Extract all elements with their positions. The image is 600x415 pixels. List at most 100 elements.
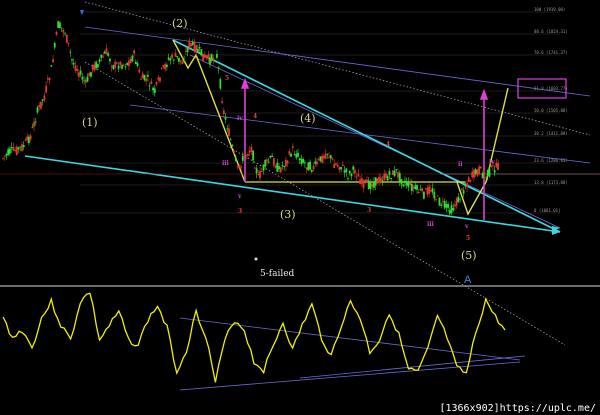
candle-body xyxy=(131,55,134,62)
candle-body xyxy=(352,166,355,170)
candle-body xyxy=(331,158,334,160)
candle-body xyxy=(374,177,377,186)
candle-body xyxy=(476,169,479,176)
candle-body xyxy=(57,21,60,28)
sub-label-5-2: 5 xyxy=(466,235,470,242)
candle-body xyxy=(167,57,170,60)
candle-body xyxy=(367,180,370,189)
candle-body xyxy=(122,64,125,66)
candle-body xyxy=(390,178,393,180)
candle-body xyxy=(341,164,344,166)
candle-body xyxy=(464,185,467,187)
candle-body xyxy=(466,183,468,188)
candle-body xyxy=(479,166,482,169)
candle-body xyxy=(385,173,387,178)
candle-body xyxy=(219,79,222,89)
upper-channel-line xyxy=(84,26,591,97)
candle-body xyxy=(250,146,253,152)
candle-body xyxy=(269,155,272,158)
candle-body xyxy=(376,178,379,184)
candle-body xyxy=(198,47,201,49)
candle-body xyxy=(285,159,287,167)
candle-body xyxy=(46,78,49,80)
candle-body xyxy=(460,188,463,190)
candle-body xyxy=(22,145,25,148)
candle-body xyxy=(233,151,236,153)
candle-body xyxy=(86,76,89,82)
candle-body xyxy=(109,58,111,62)
candle-body xyxy=(41,99,44,101)
sub-label-iv: iv xyxy=(237,115,243,122)
candle-body xyxy=(84,79,87,83)
candle-body xyxy=(348,171,351,174)
candle-body xyxy=(162,65,165,68)
fib-label: 0 (1061.01) xyxy=(534,208,561,213)
candle-body xyxy=(172,59,175,61)
candle-body xyxy=(378,176,380,183)
candle-body xyxy=(488,168,491,177)
candle-body xyxy=(410,183,413,192)
candle-body xyxy=(205,55,208,58)
candle-body xyxy=(450,205,453,213)
candle-body xyxy=(350,173,353,177)
candle-body xyxy=(200,49,203,56)
candle-body xyxy=(2,157,4,159)
candle-body xyxy=(262,164,265,171)
fib-label: 50.0 (1505.88) xyxy=(534,108,568,113)
candle-body xyxy=(228,128,230,136)
candle-body xyxy=(178,57,180,62)
candle-body xyxy=(209,58,211,65)
candle-body xyxy=(329,155,332,159)
candle-body xyxy=(424,188,427,190)
candle-body xyxy=(216,53,218,58)
candle-body xyxy=(74,65,77,71)
candle-body xyxy=(114,61,117,68)
candle-body xyxy=(428,186,430,194)
candle-body xyxy=(7,149,10,156)
candle-body xyxy=(152,87,154,91)
price-chart: 100 (1919.00) 88.6 (1824.31) 78.6 (1741.37… xyxy=(0,1,600,391)
candle-body xyxy=(371,183,374,187)
candle-body xyxy=(347,178,349,180)
candle-body xyxy=(231,145,234,147)
candle-body xyxy=(469,180,472,182)
candle-body xyxy=(338,166,341,170)
candle-body xyxy=(112,65,115,70)
sub-label-ii: ii xyxy=(458,161,463,168)
candle-body xyxy=(266,159,268,162)
candle-body xyxy=(148,85,151,87)
sub-label-iv-2: iv xyxy=(489,159,495,166)
candle-body xyxy=(493,170,496,173)
candle-body xyxy=(405,181,408,186)
candle-body xyxy=(305,167,308,170)
candle-body xyxy=(188,40,191,47)
candle-body xyxy=(267,161,270,163)
candle-body xyxy=(297,152,299,157)
candle-body xyxy=(454,204,456,207)
candle-body xyxy=(397,172,399,178)
candle-body xyxy=(40,101,42,109)
candle-body xyxy=(165,64,168,67)
candle-body xyxy=(181,61,184,65)
candle-body xyxy=(381,180,384,182)
candle-body xyxy=(412,187,415,189)
candle-body xyxy=(259,170,261,179)
candle-body xyxy=(364,179,367,182)
candle-body xyxy=(441,200,444,202)
candle-body xyxy=(71,59,73,61)
candle-body xyxy=(336,164,339,167)
candle-body xyxy=(276,162,279,172)
candle-body xyxy=(117,65,120,69)
candle-body xyxy=(314,161,317,164)
candle-body xyxy=(471,171,474,178)
candle-body xyxy=(229,139,232,141)
candle-body xyxy=(115,62,118,64)
candle-body xyxy=(462,190,465,194)
candle-body xyxy=(272,158,275,166)
candle-body xyxy=(404,180,406,184)
candle-body xyxy=(447,204,449,208)
candle-body xyxy=(24,139,27,141)
candle-body xyxy=(345,168,348,173)
candle-body xyxy=(195,45,198,53)
candle-body xyxy=(241,155,244,161)
